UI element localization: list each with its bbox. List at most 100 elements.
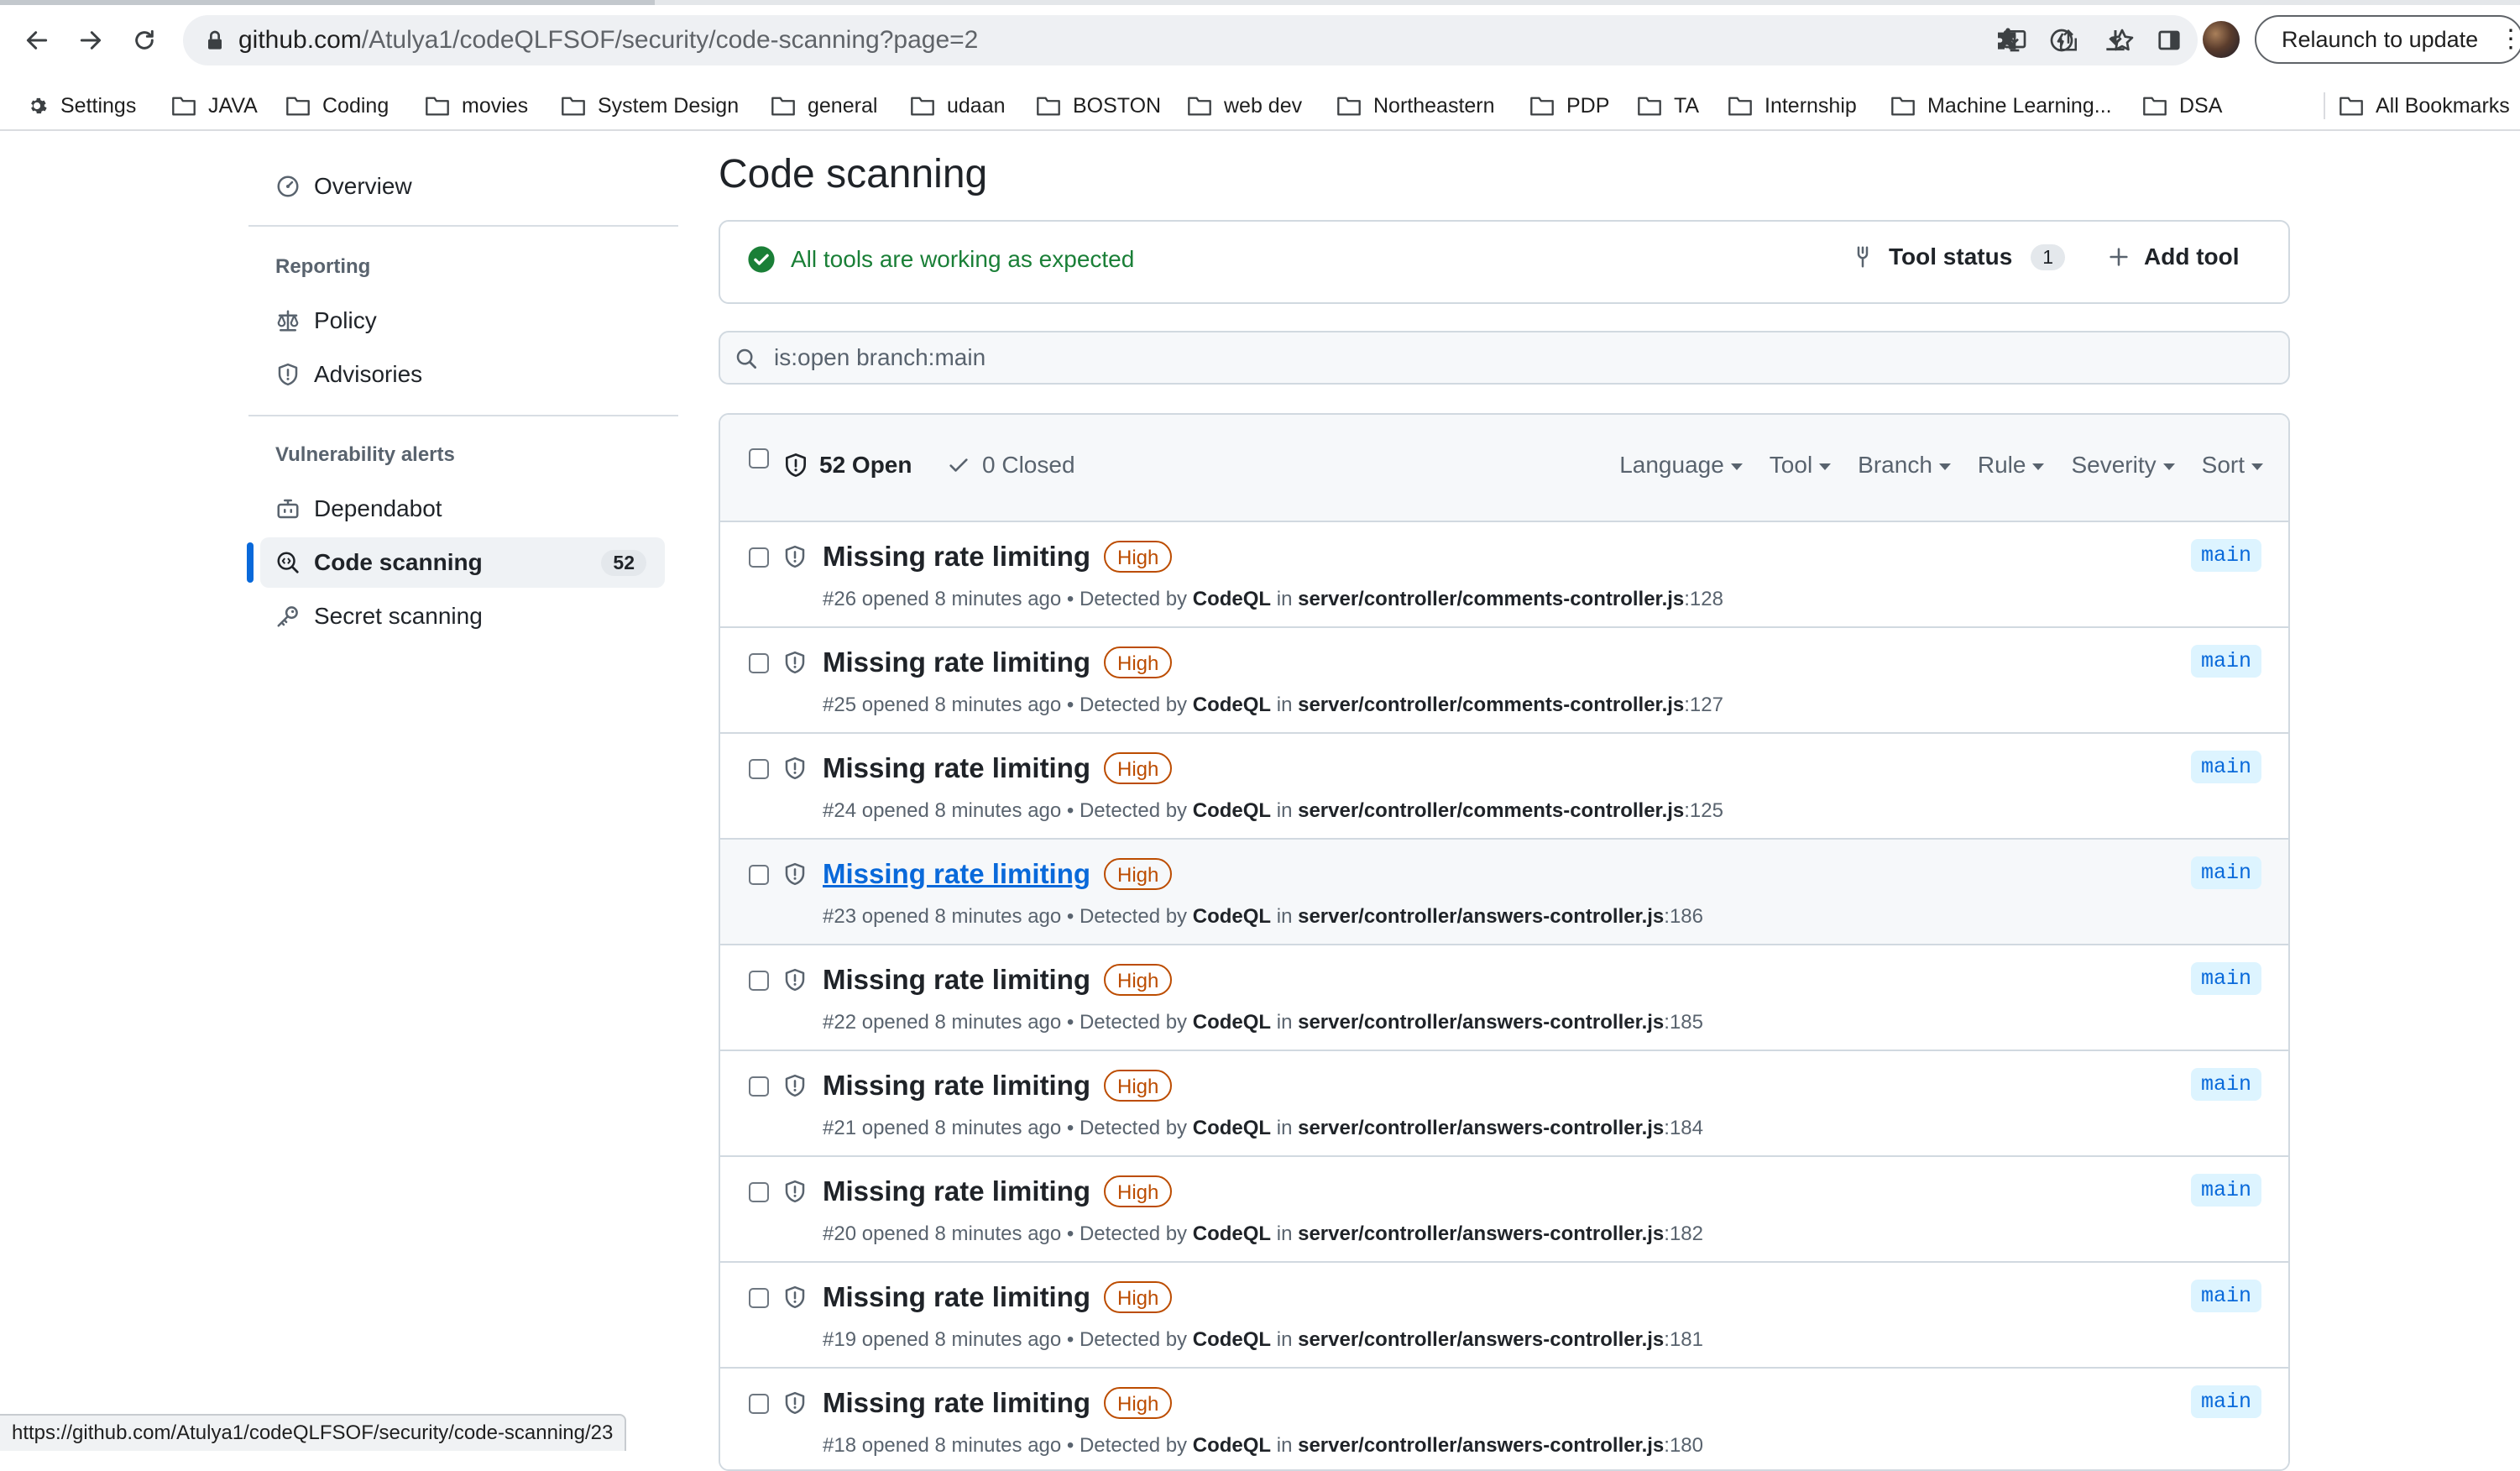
site-info-icon[interactable] (201, 27, 228, 54)
alert-checkbox[interactable] (749, 971, 769, 991)
tool-filter-dropdown[interactable]: Tool (1770, 452, 1831, 479)
alert-title-link[interactable]: Missing rate limiting (823, 1387, 1090, 1419)
bookmark-folder[interactable]: Coding (285, 81, 389, 131)
in-label: in (1276, 1328, 1293, 1351)
sort-dropdown[interactable]: Sort (2202, 452, 2263, 479)
alert-row[interactable]: Missing rate limiting High #20 opened 8 mi… (720, 1157, 2288, 1263)
severity-badge: High (1104, 647, 1173, 678)
sidebar-divider (248, 225, 678, 227)
address-bar[interactable]: github.com/Atulya1/codeQLFSOF/security/c… (183, 15, 2198, 65)
open-alerts-filter[interactable]: 52 Open (782, 452, 912, 479)
tool-name: CodeQL (1192, 905, 1272, 928)
add-tool-button[interactable]: Add tool (2107, 243, 2240, 270)
bookmark-folder[interactable]: general (771, 81, 877, 131)
alert-checkbox[interactable] (749, 547, 769, 568)
all-bookmarks[interactable]: All Bookmarks (2339, 81, 2510, 131)
relaunch-button[interactable]: Relaunch to update ⋮ (2255, 15, 2520, 64)
sidebar-item-code-scanning[interactable]: Code scanning 52 (275, 539, 658, 586)
bookmark-folder[interactable]: Machine Learning... (1890, 81, 2112, 131)
sidebar-item-secret-scanning[interactable]: Secret scanning (275, 593, 483, 640)
performance-icon[interactable] (2043, 22, 2080, 59)
back-arrow-icon[interactable] (17, 20, 57, 60)
bookmark-folder[interactable]: TA (1637, 81, 1699, 131)
page-title: Code scanning (719, 152, 988, 196)
sidebar-item-dependabot[interactable]: Dependabot (275, 485, 442, 532)
downloads-icon[interactable] (2097, 22, 2134, 59)
in-label: in (1276, 694, 1293, 716)
extensions-icon[interactable] (1989, 22, 2026, 59)
bookmark-folder[interactable]: Northeastern (1336, 81, 1495, 131)
forward-arrow-icon[interactable] (71, 20, 111, 60)
more-menu-icon[interactable]: ⋮ (2498, 17, 2520, 62)
severity-badge: High (1104, 964, 1173, 996)
bookmark-folder[interactable]: udaan (910, 81, 1006, 131)
branch-label: main (2190, 645, 2261, 678)
bookmark-folder[interactable]: JAVA (171, 81, 258, 131)
alert-row[interactable]: Missing rate limiting High #25 opened 8 mi… (720, 628, 2288, 734)
alert-row[interactable]: Missing rate limiting High #23 opened 8 mi… (720, 840, 2288, 945)
alert-checkbox[interactable] (749, 1288, 769, 1308)
severity-badge: High (1104, 541, 1173, 573)
bookmark-folder[interactable]: web dev (1187, 81, 1302, 131)
branch-label: main (2190, 1068, 2261, 1101)
sidebar-heading-vulnerability-alerts: Vulnerability alerts (275, 443, 455, 466)
bookmark-settings[interactable]: Settings (25, 81, 136, 131)
closed-alerts-filter[interactable]: 0 Closed (947, 452, 1075, 479)
alert-title-link[interactable]: Missing rate limiting (823, 1281, 1090, 1313)
shield-icon (786, 453, 806, 477)
profile-avatar[interactable] (2203, 21, 2240, 58)
branch-label: main (2190, 539, 2261, 572)
detected-by-label: • Detected by (1066, 588, 1188, 610)
alert-row[interactable]: Missing rate limiting High #24 opened 8 mi… (720, 734, 2288, 840)
alert-number: #21 (823, 1117, 857, 1139)
sidebar-item-overview[interactable]: Overview (275, 163, 412, 210)
line-number: :182 (1664, 1222, 1703, 1245)
alert-row[interactable]: Missing rate limiting High #22 opened 8 mi… (720, 945, 2288, 1051)
rule-filter-dropdown[interactable]: Rule (1978, 452, 2045, 479)
alert-title-link[interactable]: Missing rate limiting (823, 647, 1090, 678)
alert-checkbox[interactable] (749, 759, 769, 779)
in-label: in (1276, 1011, 1293, 1034)
branch-filter-dropdown[interactable]: Branch (1858, 452, 1951, 479)
alert-title-link[interactable]: Missing rate limiting (823, 858, 1090, 890)
bookmark-folder[interactable]: Internship (1728, 81, 1857, 131)
bookmark-folder[interactable]: DSA (2142, 81, 2222, 131)
tools-status-message: All tools are working as expected (747, 245, 1134, 274)
alert-checkbox[interactable] (749, 653, 769, 673)
alert-title-link[interactable]: Missing rate limiting (823, 541, 1090, 573)
tool-status-button[interactable]: Tool status 1 (1850, 243, 2066, 270)
alert-checkbox[interactable] (749, 1076, 769, 1097)
alert-title-link[interactable]: Missing rate limiting (823, 1070, 1090, 1102)
alert-checkbox[interactable] (749, 865, 769, 885)
alert-meta: #26 opened 8 minutes ago • Detected by C… (823, 588, 1723, 611)
alert-title-link[interactable]: Missing rate limiting (823, 752, 1090, 784)
folder-icon (2143, 97, 2167, 116)
sidebar-item-advisories[interactable]: Advisories (275, 351, 422, 398)
alert-opened-time: opened 8 minutes ago (861, 1117, 1062, 1139)
bookmark-folder[interactable]: movies (425, 81, 528, 131)
bookmark-folder[interactable]: PDP (1529, 81, 1609, 131)
severity-filter-dropdown[interactable]: Severity (2071, 452, 2174, 479)
check-icon (949, 458, 968, 472)
shield-alert-icon (782, 861, 808, 891)
side-panel-icon[interactable] (2151, 22, 2188, 59)
bookmark-folder[interactable]: System Design (561, 81, 739, 131)
select-all-checkbox[interactable] (749, 448, 769, 469)
alert-checkbox[interactable] (749, 1394, 769, 1414)
alert-title-link[interactable]: Missing rate limiting (823, 1175, 1090, 1207)
alert-row[interactable]: Missing rate limiting High #19 opened 8 mi… (720, 1263, 2288, 1369)
alert-search-input[interactable]: is:open branch:main (719, 331, 2290, 385)
bookmarks-bar: Settings JAVA Coding movies System Desig… (0, 81, 2520, 131)
alert-row[interactable]: Missing rate limiting High #18 opened 8 mi… (720, 1369, 2288, 1469)
alert-checkbox[interactable] (749, 1182, 769, 1202)
alert-title-link[interactable]: Missing rate limiting (823, 964, 1090, 996)
alert-row[interactable]: Missing rate limiting High #21 opened 8 mi… (720, 1051, 2288, 1157)
bookmark-folder[interactable]: BOSTON (1036, 81, 1161, 131)
reload-icon[interactable] (124, 20, 165, 60)
sidebar-item-policy[interactable]: Policy (275, 297, 377, 344)
alert-row[interactable]: Missing rate limiting High #26 opened 8 mi… (720, 522, 2288, 628)
line-number: :128 (1684, 588, 1723, 610)
in-label: in (1276, 1117, 1293, 1139)
alert-meta: #19 opened 8 minutes ago • Detected by C… (823, 1328, 1703, 1352)
language-filter-dropdown[interactable]: Language (1619, 452, 1743, 479)
